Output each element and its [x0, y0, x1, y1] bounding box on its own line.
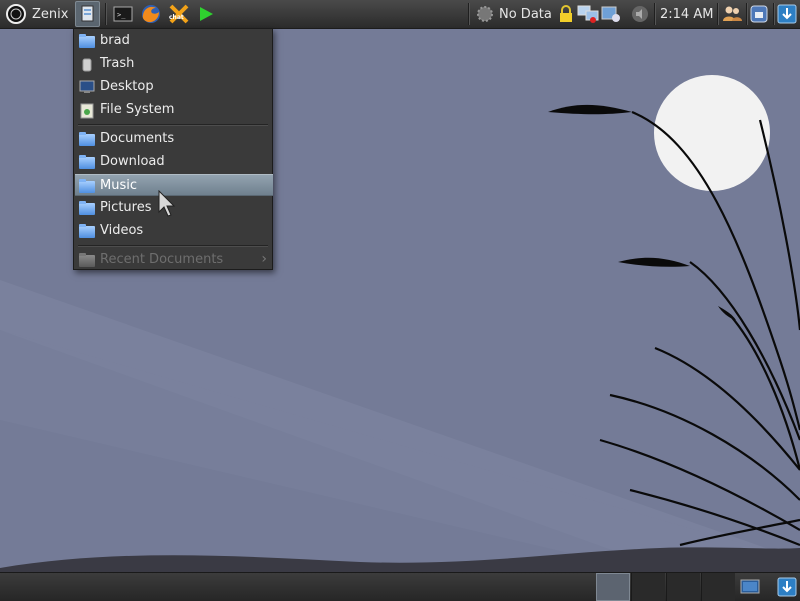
arrow-down-icon [777, 4, 797, 24]
trash-bottom-button[interactable] [777, 577, 797, 601]
lock-button[interactable] [558, 0, 574, 28]
svg-text:>_: >_ [117, 11, 126, 19]
network-icon [577, 5, 599, 23]
menu-item-trash[interactable]: Trash [75, 53, 273, 75]
firefox-launcher[interactable] [140, 0, 162, 28]
terminal-icon: >_ [113, 6, 133, 22]
clock[interactable]: 2:14 AM [660, 0, 713, 28]
workspace-1[interactable] [596, 573, 630, 601]
users-icon [723, 6, 742, 21]
menu-item-documents[interactable]: Documents [75, 128, 273, 150]
folder-icon [79, 155, 95, 169]
places-icon [81, 5, 94, 22]
menu-item-download[interactable]: Download [75, 151, 273, 173]
menu-item-videos[interactable]: Videos [75, 220, 273, 242]
firefox-icon [142, 5, 160, 23]
volume-button[interactable] [630, 0, 650, 28]
workspace-4[interactable] [701, 573, 735, 601]
show-desktop-button[interactable] [777, 0, 797, 28]
desktop-icon [740, 579, 760, 594]
lock-icon [560, 5, 572, 22]
places-menu-button[interactable] [75, 1, 100, 27]
desktop-icon [79, 80, 95, 94]
folder-icon [79, 132, 95, 146]
bottom-panel [0, 572, 800, 601]
home-folder-icon [79, 34, 95, 48]
places-menu: brad Trash Desktop File System Documents… [73, 28, 273, 270]
filesystem-icon [79, 103, 95, 119]
arrow-down-icon [777, 577, 797, 597]
folder-icon [79, 224, 95, 238]
network-manager-button[interactable] [577, 0, 599, 28]
logout-icon [750, 5, 768, 23]
weather-icon [477, 6, 493, 22]
show-desktop-bottom-button[interactable] [740, 577, 760, 601]
workspace-2[interactable] [631, 573, 665, 601]
menu-item-brad[interactable]: brad [75, 30, 273, 52]
users-button[interactable] [721, 0, 743, 28]
folder-icon [79, 179, 95, 193]
moon-shape [654, 75, 770, 191]
chat-icon: chat [169, 4, 189, 24]
top-panel: Zenix >_ chat No Data 2:14 AM [0, 0, 800, 29]
play-icon [200, 7, 213, 21]
folder-icon [79, 253, 95, 267]
clock-text: 2:14 AM [660, 6, 714, 22]
menu-logo-button[interactable]: Zenix [5, 0, 68, 28]
folder-icon [79, 201, 95, 215]
menu-item-desktop[interactable]: Desktop [75, 76, 273, 98]
media-launcher[interactable] [196, 0, 216, 28]
workspace-3[interactable] [666, 573, 700, 601]
chevron-right-icon: › [261, 251, 267, 267]
logo-label: Zenix [32, 6, 69, 22]
zenix-logo-icon [6, 4, 26, 24]
menu-item-file-system[interactable]: File System [75, 99, 273, 121]
speaker-icon [632, 6, 648, 22]
terminal-launcher[interactable]: >_ [113, 0, 133, 28]
logout-button[interactable] [749, 0, 769, 28]
update-icon [601, 6, 620, 22]
chat-launcher[interactable]: chat [167, 0, 191, 28]
mouse-cursor-icon [158, 190, 176, 217]
trash-icon [79, 57, 95, 72]
svg-text:chat: chat [169, 14, 184, 21]
network-status-text: No Data [499, 6, 552, 22]
menu-item-recent-documents: Recent Documents › [75, 249, 273, 271]
network-indicator[interactable]: No Data [476, 0, 552, 28]
update-button[interactable] [600, 0, 622, 28]
